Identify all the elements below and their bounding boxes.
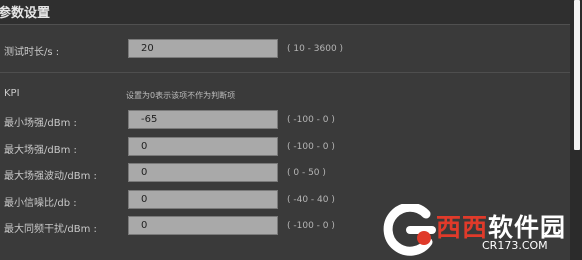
max-signal-input[interactable]: 0 — [128, 137, 278, 156]
max-cochannel-interference-input[interactable]: 0 — [128, 216, 278, 235]
watermark-brand-red: 西西 — [436, 213, 489, 242]
test-duration-range: ( 10 - 3600 ) — [287, 44, 344, 54]
test-duration-label: 测试时长/s : — [4, 47, 60, 58]
panel-title: 参数设置 — [0, 6, 51, 21]
watermark-url: CR173.COM — [482, 239, 548, 252]
section-divider — [0, 72, 570, 73]
kpi-section-label: KPI — [4, 88, 20, 99]
watermark-g-icon — [383, 204, 436, 256]
max-signal-fluctuation-label: 最大场强波动/dBm : — [4, 171, 97, 182]
min-signal-input[interactable]: -65 — [128, 110, 278, 129]
max-signal-range: ( -100 - 0 ) — [287, 142, 335, 152]
watermark-brand-white: 软件园 — [488, 213, 567, 242]
min-snr-input[interactable]: 0 — [128, 190, 278, 209]
min-snr-range: ( -40 - 40 ) — [287, 195, 335, 205]
max-signal-label: 最大场强/dBm : — [4, 145, 77, 156]
watermark-logo: 西西软件园 CR173.COM — [380, 204, 582, 258]
max-signal-fluctuation-range: ( 0 - 50 ) — [287, 168, 326, 178]
max-signal-fluctuation-input[interactable]: 0 — [128, 163, 278, 182]
min-signal-range: ( -100 - 0 ) — [287, 115, 335, 125]
max-cochannel-interference-label: 最大同频干扰/dBm : — [4, 224, 97, 235]
min-signal-label: 最小场强/dBm : — [4, 118, 77, 129]
kpi-hint: 设置为0表示该项不作为判断项 — [126, 91, 236, 100]
max-cochannel-interference-range: ( -100 - 0 ) — [287, 221, 335, 231]
panel-header: 参数设置 — [0, 0, 570, 25]
test-duration-input[interactable]: 20 — [128, 39, 278, 58]
scrollbar-thumb[interactable] — [574, 0, 580, 150]
min-snr-label: 最小信噪比/db : — [4, 198, 77, 209]
